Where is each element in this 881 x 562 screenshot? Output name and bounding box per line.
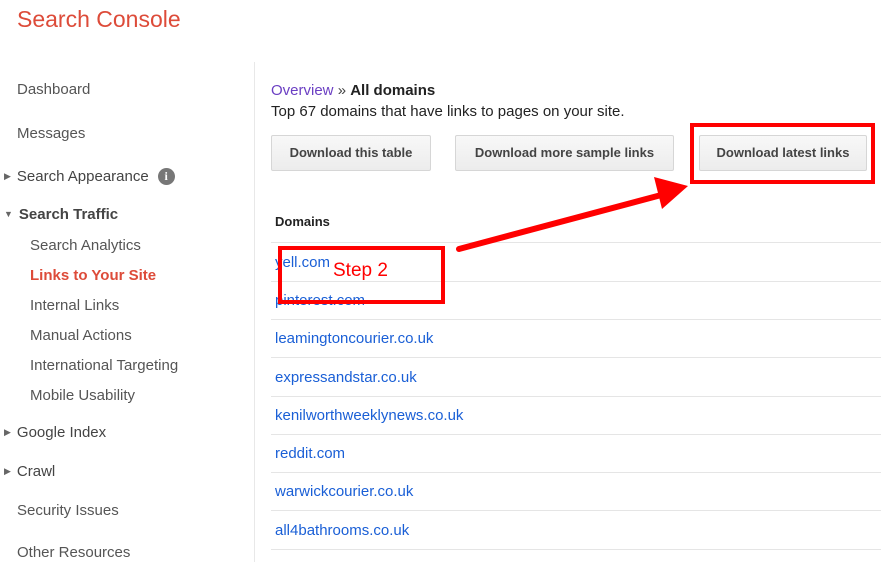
- sidebar-item-other-resources[interactable]: Other Resources: [17, 544, 130, 561]
- table-row-link[interactable]: expressandstar.co.uk: [275, 369, 417, 386]
- annotation-highlight-box: [690, 123, 875, 184]
- table-row-link[interactable]: warwickcourier.co.uk: [275, 483, 413, 500]
- annotation-step-label: Step 2: [333, 260, 388, 281]
- caret-right-icon: ▶: [4, 171, 11, 181]
- sidebar-item-links-to-your-site[interactable]: Links to Your Site: [30, 267, 156, 284]
- caret-right-icon: ▶: [4, 427, 11, 437]
- table-divider: [271, 357, 881, 358]
- sidebar-item-label: Crawl: [16, 463, 56, 480]
- caret-down-icon: ▼: [4, 209, 13, 219]
- sidebar-item-search-analytics[interactable]: Search Analytics: [30, 237, 141, 254]
- sidebar-item-google-index[interactable]: ▶ Google Index: [4, 424, 106, 441]
- breadcrumb-overview-link[interactable]: Overview: [271, 82, 334, 99]
- download-table-button[interactable]: Download this table: [271, 135, 431, 171]
- breadcrumb: Overview » All domains: [271, 82, 435, 99]
- app-title[interactable]: Search Console: [17, 6, 181, 33]
- table-divider: [271, 434, 881, 435]
- info-icon[interactable]: i: [157, 168, 175, 185]
- sidebar-item-crawl[interactable]: ▶ Crawl: [4, 463, 55, 480]
- caret-right-icon: ▶: [4, 466, 11, 476]
- table-row-link[interactable]: kenilworthweeklynews.co.uk: [275, 407, 463, 424]
- sidebar-divider: [254, 62, 255, 562]
- sidebar-item-label: Search Appearance: [16, 168, 149, 185]
- page-summary: Top 67 domains that have links to pages …: [271, 103, 625, 120]
- sidebar-item-search-appearance[interactable]: ▶ Search Appearance i: [4, 168, 175, 185]
- sidebar-item-dashboard[interactable]: Dashboard: [17, 81, 90, 98]
- breadcrumb-current: All domains: [350, 82, 436, 99]
- table-divider: [271, 396, 881, 397]
- table-row-link[interactable]: reddit.com: [275, 445, 345, 462]
- domains-column-header[interactable]: Domains: [275, 214, 330, 229]
- table-divider: [271, 472, 881, 473]
- table-row-link[interactable]: all4bathrooms.co.uk: [275, 522, 409, 539]
- table-row-link[interactable]: leamingtoncourier.co.uk: [275, 330, 433, 347]
- breadcrumb-separator: »: [337, 82, 347, 99]
- sidebar-item-messages[interactable]: Messages: [17, 125, 85, 142]
- table-divider: [271, 510, 881, 511]
- sidebar-item-international-targeting[interactable]: International Targeting: [30, 357, 178, 374]
- sidebar-item-security-issues[interactable]: Security Issues: [17, 502, 119, 519]
- download-sample-links-button[interactable]: Download more sample links: [455, 135, 674, 171]
- table-divider: [271, 242, 881, 243]
- sidebar-item-label: Search Traffic: [18, 206, 119, 223]
- sidebar-item-internal-links[interactable]: Internal Links: [30, 297, 119, 314]
- sidebar-item-mobile-usability[interactable]: Mobile Usability: [30, 387, 135, 404]
- sidebar-item-manual-actions[interactable]: Manual Actions: [30, 327, 132, 344]
- sidebar-item-search-traffic[interactable]: ▼ Search Traffic: [4, 206, 118, 223]
- table-divider: [271, 319, 881, 320]
- table-divider: [271, 549, 881, 550]
- sidebar-item-label: Google Index: [16, 424, 107, 441]
